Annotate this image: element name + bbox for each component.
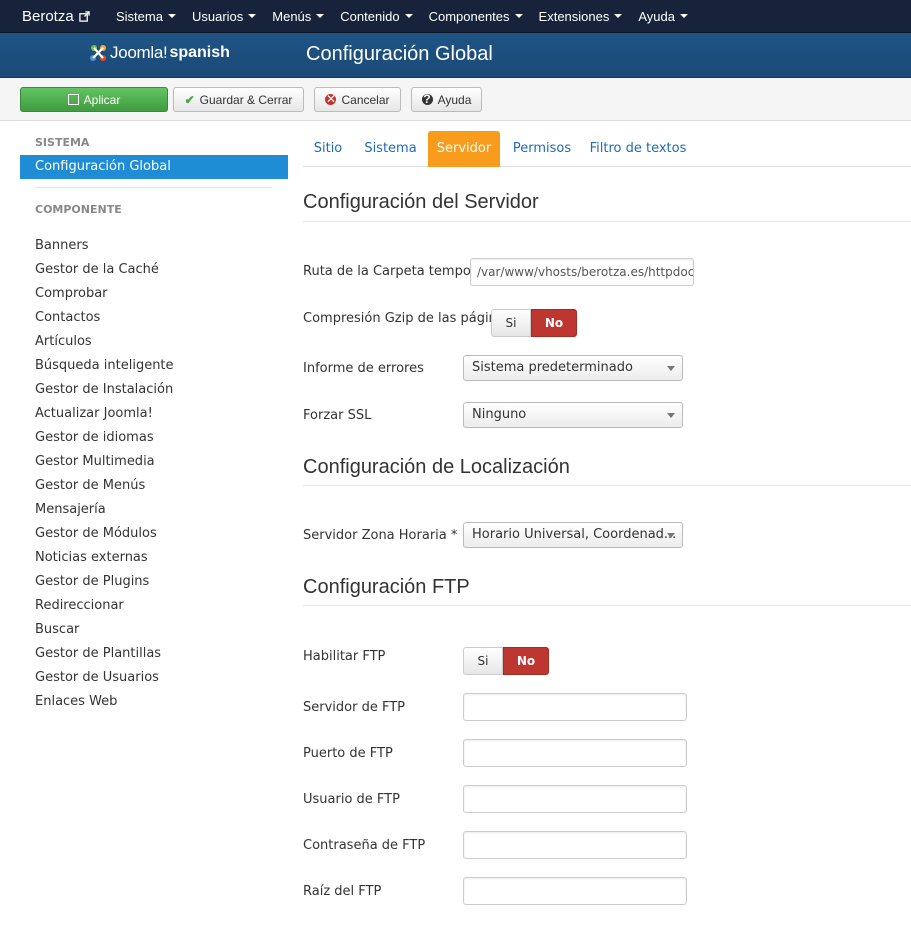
gzip-toggle: Si No <box>491 309 577 337</box>
ftp-enable-toggle: Si No <box>463 647 549 675</box>
section-divider <box>303 485 911 486</box>
section-divider <box>303 605 911 606</box>
tab-sitio[interactable]: Sitio <box>303 131 353 167</box>
gzip-yes-option[interactable]: Si <box>491 309 531 337</box>
sidebar-item[interactable]: Gestor de la Caché <box>20 258 288 282</box>
section-title-server: Configuración del Servidor <box>303 191 539 213</box>
sidebar-component-list: Banners Gestor de la Caché Comprobar Con… <box>20 234 288 714</box>
ftp-user-input[interactable] <box>463 785 687 813</box>
gzip-no-option[interactable]: No <box>531 309 577 337</box>
error-reporting-select[interactable]: Sistema predeterminado <box>463 355 683 381</box>
sidebar-item[interactable]: Mensajería <box>20 498 288 522</box>
ftp-user-label: Usuario de FTP <box>303 792 400 807</box>
sidebar-heading-component: COMPONENTE <box>35 203 122 216</box>
tab-sistema[interactable]: Sistema <box>358 131 423 167</box>
sidebar-item[interactable]: Redireccionar <box>20 594 288 618</box>
chevron-down-icon <box>404 14 413 18</box>
sidebar-item[interactable]: Enlaces Web <box>20 690 288 714</box>
save-close-button[interactable]: ✔ Guardar & Cerrar <box>173 87 304 112</box>
page-header: Joomla! spanish Configuración Global <box>0 33 911 78</box>
timezone-select[interactable]: Horario Universal, Coordenad... <box>463 522 683 548</box>
chevron-down-icon <box>248 14 257 18</box>
sidebar-item[interactable]: Búsqueda inteligente <box>20 354 288 378</box>
menu-extensiones[interactable]: Extensiones <box>531 0 631 33</box>
timezone-label: Servidor Zona Horaria * <box>303 528 458 543</box>
page-title: Configuración Global <box>306 43 493 65</box>
ftp-host-label: Servidor de FTP <box>303 700 405 715</box>
ftp-host-input[interactable] <box>463 693 687 721</box>
ftp-password-label: Contraseña de FTP <box>303 838 426 853</box>
chevron-down-icon <box>167 14 176 18</box>
menu-ayuda[interactable]: Ayuda <box>630 0 696 33</box>
logo-text: Joomla! <box>110 43 168 62</box>
tab-servidor[interactable]: Servidor <box>428 131 500 167</box>
sidebar-item[interactable]: Noticias externas <box>20 546 288 570</box>
site-name[interactable]: Berotza <box>22 8 74 25</box>
sidebar-item-global-config[interactable]: Configuración Global <box>20 155 288 179</box>
sidebar-item[interactable]: Gestor de Plugins <box>20 570 288 594</box>
force-ssl-label: Forzar SSL <box>303 408 372 423</box>
chevron-down-icon <box>667 366 675 371</box>
gzip-label: Compresión Gzip de las páginas <box>303 311 512 326</box>
tab-filtro-textos[interactable]: Filtro de textos <box>587 131 689 167</box>
sidebar-item[interactable]: Gestor de idiomas <box>20 426 288 450</box>
sidebar-item[interactable]: Gestor de Usuarios <box>20 666 288 690</box>
chevron-down-icon <box>667 413 675 418</box>
tmp-path-label: Ruta de la Carpeta temporal <box>303 264 488 279</box>
cancel-button[interactable]: ✕ Cancelar <box>314 87 401 112</box>
ftp-port-input[interactable] <box>463 739 687 767</box>
sidebar-item[interactable]: Gestor Multimedia <box>20 450 288 474</box>
check-icon: ✔ <box>184 92 195 107</box>
sidebar-item[interactable]: Gestor de Instalación <box>20 378 288 402</box>
tmp-path-input[interactable]: /var/www/vhosts/berotza.es/httpdocs <box>470 258 694 286</box>
ftp-root-input[interactable] <box>463 877 687 905</box>
chevron-down-icon <box>614 14 623 18</box>
menu-contenido[interactable]: Contenido <box>332 0 420 33</box>
sidebar-item[interactable]: Contactos <box>20 306 288 330</box>
section-title-ftp: Configuración FTP <box>303 576 470 598</box>
logo-subtext: spanish <box>169 44 230 61</box>
sidebar-divider <box>35 187 272 188</box>
top-navbar: Berotza Sistema Usuarios Menús Contenido… <box>0 0 911 33</box>
sidebar-heading-system: SISTEMA <box>35 136 90 149</box>
question-icon: ? <box>421 92 433 106</box>
error-reporting-label: Informe de errores <box>303 361 424 376</box>
sidebar-item[interactable]: Gestor de Módulos <box>20 522 288 546</box>
force-ssl-select[interactable]: Ninguno <box>463 402 683 428</box>
chevron-down-icon <box>316 14 325 18</box>
sidebar-item[interactable]: Gestor de Plantillas <box>20 642 288 666</box>
ftp-enable-label: Habilitar FTP <box>303 649 386 664</box>
ftp-root-label: Raíz del FTP <box>303 884 382 899</box>
sidebar-item[interactable]: Gestor de Menús <box>20 474 288 498</box>
toolbar: Aplicar ✔ Guardar & Cerrar ✕ Cancelar ? … <box>0 78 911 121</box>
joomla-icon <box>90 45 106 61</box>
help-button[interactable]: ? Ayuda <box>411 87 482 112</box>
menu-usuarios[interactable]: Usuarios <box>184 0 264 33</box>
sidebar-item[interactable]: Buscar <box>20 618 288 642</box>
tab-permisos[interactable]: Permisos <box>506 131 578 167</box>
sidebar-item[interactable]: Actualizar Joomla! <box>20 402 288 426</box>
chevron-down-icon <box>514 14 523 18</box>
edit-icon <box>67 94 79 105</box>
chevron-down-icon <box>667 533 675 538</box>
ftp-no-option[interactable]: No <box>503 647 549 675</box>
sidebar-item[interactable]: Comprobar <box>20 282 288 306</box>
menu-menus[interactable]: Menús <box>264 0 332 33</box>
ftp-yes-option[interactable]: Si <box>463 647 503 675</box>
section-title-locale: Configuración de Localización <box>303 456 570 478</box>
menu-sistema[interactable]: Sistema <box>108 0 184 33</box>
external-link-icon <box>78 10 90 22</box>
sidebar-item[interactable]: Banners <box>20 234 288 258</box>
menu-componentes[interactable]: Componentes <box>421 0 531 33</box>
apply-button[interactable]: Aplicar <box>20 87 168 112</box>
site-brand[interactable]: Berotza <box>0 8 108 25</box>
config-tabs: Sitio Sistema Servidor Permisos Filtro d… <box>303 131 911 167</box>
joomla-logo: Joomla! spanish <box>88 43 230 63</box>
sidebar-item[interactable]: Artículos <box>20 330 288 354</box>
ftp-port-label: Puerto de FTP <box>303 746 393 761</box>
ftp-password-input[interactable] <box>463 831 687 859</box>
section-divider <box>303 221 911 222</box>
chevron-down-icon <box>680 14 688 18</box>
cancel-icon: ✕ <box>325 92 337 106</box>
